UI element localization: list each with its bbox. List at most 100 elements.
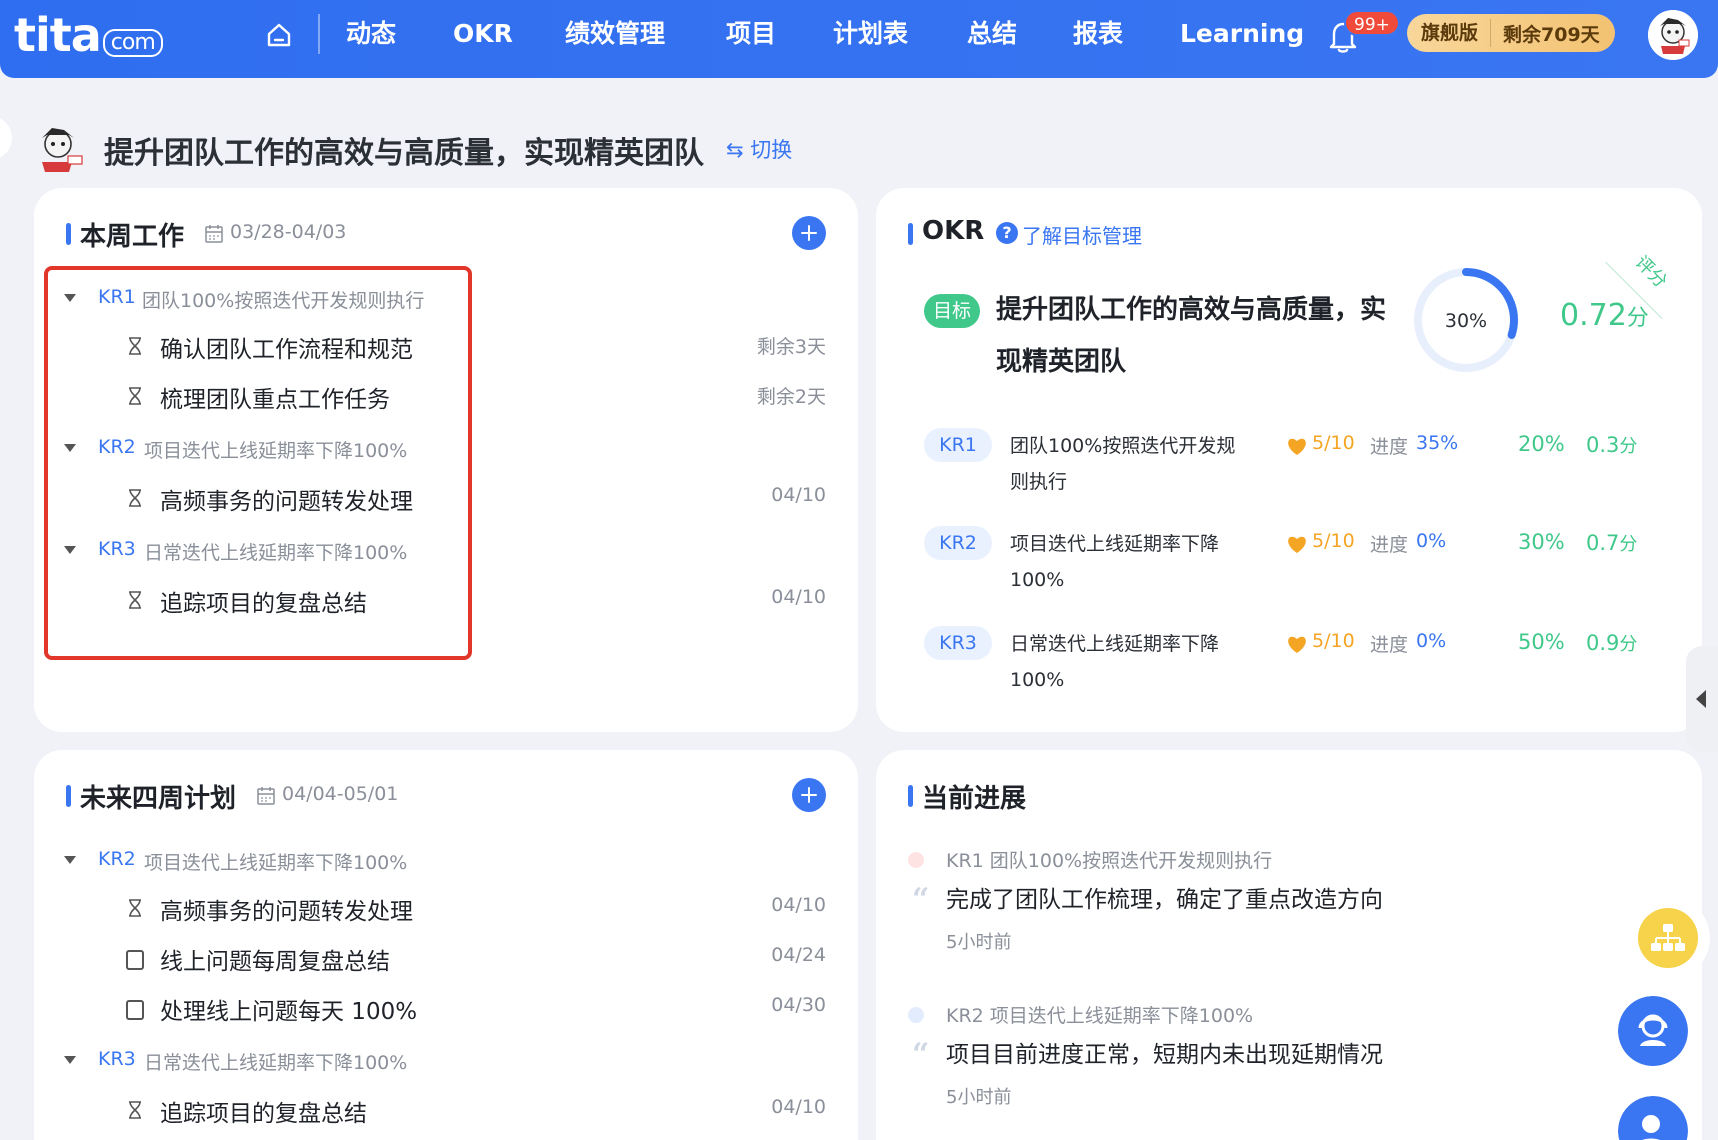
checkbox-icon[interactable] — [126, 1000, 144, 1020]
logo-suffix: com — [102, 29, 163, 57]
edition-badge[interactable]: 旗舰版 剩余709天 — [1407, 14, 1615, 52]
okr-kr-row[interactable]: KR2 项目迭代上线延期率下降100% 5/10 进度 0% 30% 0.7分 — [924, 526, 1644, 616]
nav-item-plans[interactable]: 计划表 — [833, 16, 908, 52]
kr-description: 日常迭代上线延期率下降100% — [1010, 633, 1220, 691]
add-plan-button[interactable] — [792, 778, 826, 812]
kr-confidence: 5/10 — [1312, 530, 1355, 552]
progress-ring-label: 30% — [1445, 310, 1487, 332]
status-dot-red — [908, 852, 924, 868]
kr-score: 0.7分 — [1586, 530, 1637, 556]
team-avatar — [42, 128, 83, 172]
kr-progress-value: 35% — [1416, 432, 1459, 454]
progress-text: 项目目前进度正常，短期内未出现延期情况 — [946, 1042, 1383, 1068]
kr-score-unit: 分 — [1619, 436, 1638, 457]
customer-service-float-button[interactable] — [1618, 996, 1688, 1066]
nav-item-projects[interactable]: 项目 — [726, 16, 776, 52]
kr-score-value: 0.3 — [1586, 433, 1620, 457]
hourglass-icon — [129, 1101, 141, 1119]
okr-kr-row[interactable]: KR3 日常迭代上线延期率下降100% 5/10 进度 0% 50% 0.9分 — [924, 626, 1644, 716]
collapse-triangle-icon[interactable] — [64, 856, 76, 864]
kr-weight: 20% — [1518, 432, 1565, 456]
help-icon[interactable]: ? — [996, 222, 1018, 244]
learn-goal-management-link[interactable]: 了解目标管理 — [1022, 220, 1142, 249]
tita-logo[interactable]: tita com — [14, 10, 163, 60]
user-avatar[interactable] — [1648, 10, 1698, 60]
kr-code-pill: KR3 — [924, 626, 992, 660]
top-nav: tita com 动态 OKR 绩效管理 项目 计划表 总结 报表 Learnin… — [0, 0, 1718, 78]
task-row[interactable]: 线上问题每周复盘总结 04/24 — [126, 942, 826, 976]
calendar-icon — [205, 225, 223, 243]
task-row[interactable]: 高频事务的问题转发处理 04/10 — [126, 892, 826, 926]
kr-progress-label: 进度 — [1370, 436, 1409, 458]
task-due: 04/10 — [771, 1096, 826, 1118]
kr-progress-value: 0% — [1416, 530, 1447, 552]
next-four-weeks-date-range: 04/04-05/01 — [282, 783, 399, 805]
task-due: 04/10 — [771, 894, 826, 916]
kr-score-unit: 分 — [1619, 634, 1638, 655]
next-four-weeks-title: 未来四周计划 — [66, 778, 236, 815]
kr-code-pill: KR2 — [924, 526, 992, 560]
kr-name: 项目迭代上线延期率下降100% — [144, 852, 408, 874]
kr-confidence: 5/10 — [1312, 432, 1355, 454]
nav-divider — [318, 14, 320, 54]
this-week-title: 本周工作 — [66, 216, 184, 253]
progress-text: 完成了团队工作梳理，确定了重点改造方向 — [946, 887, 1383, 913]
add-task-button[interactable] — [792, 216, 826, 250]
nav-item-summary[interactable]: 总结 — [967, 16, 1017, 52]
calendar-icon — [257, 787, 275, 805]
nav-item-learning[interactable]: Learning — [1180, 16, 1304, 52]
nav-item-reports[interactable]: 报表 — [1073, 16, 1123, 52]
kr-description: 项目迭代上线延期率下降100% — [1010, 533, 1220, 591]
kr-weight: 30% — [1518, 530, 1565, 554]
page-title: 提升团队工作的高效与高质量，实现精英团队 — [104, 136, 704, 171]
task-name[interactable]: 高频事务的问题转发处理 — [160, 892, 413, 926]
checkbox-icon[interactable] — [126, 950, 144, 970]
goal-badge: 目标 — [924, 294, 980, 328]
task-due: 04/10 — [771, 586, 826, 608]
kr-code-pill: KR1 — [924, 428, 992, 462]
progress-kr[interactable]: KR1 团队100%按照迭代开发规则执行 — [946, 846, 1272, 873]
task-due: 04/30 — [771, 994, 826, 1016]
task-due: 04/24 — [771, 944, 826, 966]
current-progress-title: 当前进展 — [908, 778, 1026, 815]
notification-badge: 99+ — [1344, 10, 1400, 36]
status-dot-blue — [908, 1007, 924, 1023]
left-collapse-tab[interactable] — [0, 116, 12, 160]
kr-description: 团队100%按照迭代开发规则执行 — [1010, 435, 1236, 493]
score-unit: 分 — [1626, 306, 1649, 331]
edition-name: 旗舰版 — [1407, 19, 1492, 47]
nav-item-dynamics[interactable]: 动态 — [346, 16, 396, 52]
kr-score-unit: 分 — [1619, 534, 1638, 555]
nav-item-okr[interactable]: OKR — [453, 16, 513, 52]
highlight-annotation-box — [44, 266, 472, 660]
okr-total-score: 0.72分 — [1560, 298, 1649, 333]
this-week-date-range: 03/28-04/03 — [230, 221, 347, 243]
task-name[interactable]: 处理线上问题每天 100% — [160, 992, 417, 1026]
switch-button[interactable]: ⇆ 切换 — [726, 134, 792, 164]
progress-time: 5小时前 — [946, 932, 1012, 953]
org-chart-float-button[interactable] — [1626, 896, 1710, 980]
kr-score-value: 0.7 — [1586, 531, 1620, 555]
okr-title: OKR — [908, 216, 984, 246]
task-name[interactable]: 追踪项目的复盘总结 — [160, 1094, 367, 1128]
progress-kr[interactable]: KR2 项目迭代上线延期率下降100% — [946, 1001, 1253, 1028]
task-name[interactable]: 线上问题每周复盘总结 — [160, 942, 390, 976]
kr-progress-value: 0% — [1416, 630, 1447, 652]
score-value: 0.72 — [1560, 298, 1627, 333]
kr-progress-label: 进度 — [1370, 534, 1409, 556]
kr-score: 0.3分 — [1586, 432, 1637, 458]
task-row[interactable]: 追踪项目的复盘总结 04/10 — [126, 1094, 826, 1128]
okr-kr-row[interactable]: KR1 团队100%按照迭代开发规则执行 5/10 进度 35% 20% 0.3… — [924, 428, 1644, 518]
collapse-triangle-icon[interactable] — [64, 1056, 76, 1064]
progress-time: 5小时前 — [946, 1087, 1012, 1108]
task-row[interactable]: 处理线上问题每天 100% 04/30 — [126, 992, 826, 1026]
progress-ring: 30% — [1414, 268, 1518, 372]
goal-text[interactable]: 提升团队工作的高效与高质量，实现精英团队 — [996, 284, 1386, 388]
kr-code: KR2 — [98, 848, 136, 870]
task-due: 剩余2天 — [756, 386, 826, 408]
home-icon[interactable] — [264, 20, 294, 50]
kr-code: KR3 — [98, 1048, 136, 1070]
nav-item-performance[interactable]: 绩效管理 — [565, 16, 665, 52]
edition-remaining: 剩余709天 — [1503, 23, 1600, 46]
right-panel-collapse-handle[interactable] — [1686, 646, 1718, 752]
